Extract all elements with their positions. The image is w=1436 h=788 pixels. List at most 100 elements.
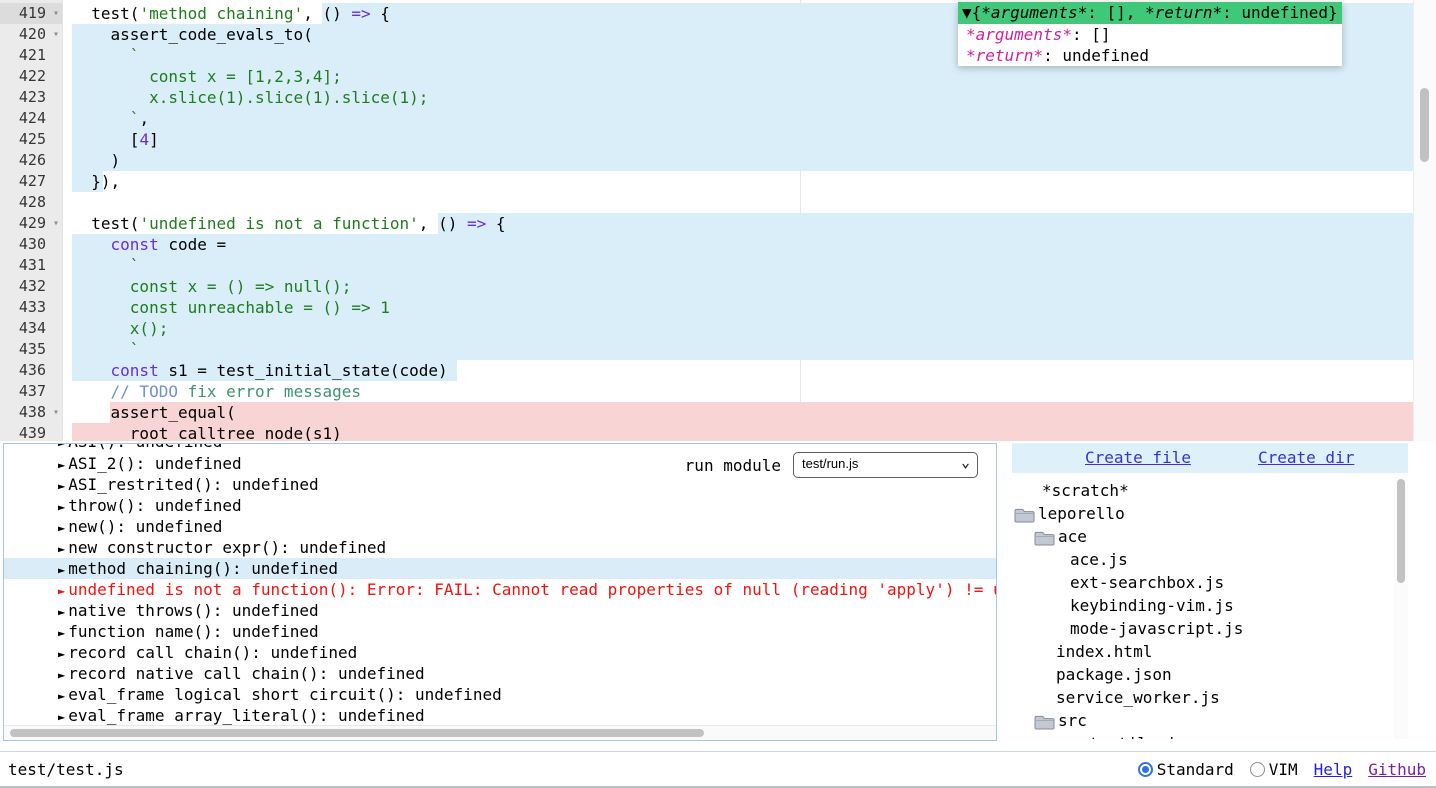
code-line-439[interactable]: 439 root_calltree_node(s1) <box>0 423 1436 441</box>
line-number: 431 <box>19 255 46 276</box>
expand-arrow-icon[interactable]: ► <box>58 605 65 619</box>
tree-item-ext-searchbox-js[interactable]: ext-searchbox.js <box>1012 571 1394 594</box>
code-line-438[interactable]: 438▾ assert_equal( <box>0 402 1436 423</box>
tree-item-src[interactable]: src <box>1012 709 1394 732</box>
files-scrollbar-thumb[interactable] <box>1397 479 1405 583</box>
code-line-428[interactable]: 428 <box>0 192 1436 213</box>
console-log-text: ASI_2(): undefined <box>68 454 241 473</box>
create-dir-link[interactable]: Create dir <box>1258 443 1354 473</box>
console-log-row[interactable]: ►eval_frame logical short circuit(): und… <box>4 684 996 705</box>
selection-highlight <box>72 129 1414 150</box>
gutter-cell: 439 <box>0 423 62 441</box>
files-panel: Create file Create dir *scratch*leporell… <box>1012 443 1408 739</box>
keybinding-vim-radio[interactable]: VIM <box>1250 760 1298 779</box>
tree-item-keybinding-vim-js[interactable]: keybinding-vim.js <box>1012 594 1394 617</box>
expand-arrow-icon[interactable]: ► <box>58 458 65 472</box>
radio-unselected-icon[interactable] <box>1250 762 1265 777</box>
console-log-text: method chaining(): undefined <box>68 559 338 578</box>
code-line-424[interactable]: 424 `, <box>0 108 1436 129</box>
code-line-430[interactable]: 430 const code = <box>0 234 1436 255</box>
expand-arrow-icon[interactable]: ► <box>58 584 65 598</box>
editor-scrollbar-thumb[interactable] <box>1420 88 1429 162</box>
code-line-423[interactable]: 423 x.slice(1).slice(1).slice(1); <box>0 87 1436 108</box>
folder-icon <box>1034 713 1055 728</box>
tree-item-package-json[interactable]: package.json <box>1012 663 1394 686</box>
value-tooltip-header[interactable]: ▼{*arguments*: [], *return*: undefined} <box>958 2 1342 24</box>
code-text: [4] <box>72 129 159 150</box>
expand-arrow-icon[interactable]: ► <box>58 668 65 682</box>
help-link[interactable]: Help <box>1314 760 1353 779</box>
console-log-row[interactable]: ►new(): undefined <box>4 516 996 537</box>
code-line-434[interactable]: 434 x(); <box>0 318 1436 339</box>
expand-arrow-icon[interactable]: ► <box>58 647 65 661</box>
code-line-436[interactable]: 436 const s1 = test_initial_state(code) <box>0 360 1436 381</box>
tree-item-mode-javascript-js[interactable]: mode-javascript.js <box>1012 617 1394 640</box>
expand-arrow-icon[interactable]: ► <box>58 521 65 535</box>
fold-arrow-icon[interactable]: ▾ <box>53 25 59 44</box>
keybinding-standard-radio[interactable]: Standard <box>1138 760 1234 779</box>
code-text: root_calltree_node(s1) <box>72 423 342 441</box>
tree-item-ast-utils-js[interactable]: ast_utils.js <box>1012 732 1394 739</box>
tree-item-ace-js[interactable]: ace.js <box>1012 548 1394 571</box>
code-line-431[interactable]: 431 ` <box>0 255 1436 276</box>
tooltip-entry-key: *arguments* <box>966 25 1072 44</box>
expand-arrow-icon[interactable]: ► <box>58 542 65 556</box>
console-log-row[interactable]: ►function name(): undefined <box>4 621 996 642</box>
code-line-433[interactable]: 433 const unreachable = () => 1 <box>0 297 1436 318</box>
radio-selected-icon[interactable] <box>1138 762 1153 777</box>
tree-item--scratch-[interactable]: *scratch* <box>1012 479 1394 502</box>
expand-arrow-icon[interactable]: ► <box>58 563 65 577</box>
selection-highlight <box>72 339 1414 360</box>
code-lines: 419▾ test('method chaining', () => {420▾… <box>0 3 1436 441</box>
tree-item-service-worker-js[interactable]: service_worker.js <box>1012 686 1394 709</box>
files-scrollbar[interactable] <box>1394 473 1408 739</box>
run-module-select[interactable]: test/run.js ⌄ <box>793 452 978 478</box>
selection-highlight <box>72 318 1414 339</box>
tooltip-entry[interactable]: *arguments*: [] <box>958 24 1342 45</box>
editor-scrollbar[interactable] <box>1413 0 1436 441</box>
console-log-row[interactable]: ►method chaining(): undefined <box>4 558 996 579</box>
code-editor[interactable]: 419▾ test('method chaining', () => {420▾… <box>0 0 1436 441</box>
console-log-row[interactable]: ►new constructor expr(): undefined <box>4 537 996 558</box>
expand-arrow-icon[interactable]: ► <box>58 626 65 640</box>
tooltip-entry[interactable]: *return*: undefined <box>958 45 1342 66</box>
code-line-427[interactable]: 427 }), <box>0 171 1436 192</box>
tree-item-leporello[interactable]: leporello <box>1012 502 1394 525</box>
create-file-link[interactable]: Create file <box>1085 443 1191 473</box>
expand-arrow-icon[interactable]: ► <box>58 479 65 493</box>
tree-item-ace[interactable]: ace <box>1012 525 1394 548</box>
code-line-429[interactable]: 429▾ test('undefined is not a function',… <box>0 213 1436 234</box>
console-log-row[interactable]: ►eval_frame array_literal(): undefined <box>4 705 996 726</box>
expand-arrow-icon[interactable]: ► <box>58 710 65 724</box>
fold-arrow-icon[interactable]: ▾ <box>53 214 59 233</box>
console-hscrollbar[interactable] <box>4 725 996 740</box>
console-hscrollbar-thumb[interactable] <box>10 729 704 737</box>
console-log-row[interactable]: ►throw(): undefined <box>4 495 996 516</box>
console-log-row[interactable]: ►record native call chain(): undefined <box>4 663 996 684</box>
code-line-425[interactable]: 425 [4] <box>0 129 1436 150</box>
gutter-cell: 429▾ <box>0 213 62 234</box>
status-bar: test/test.js Standard VIM Help Github <box>0 751 1436 788</box>
console-log-row[interactable]: ►undefined is not a function(): Error: F… <box>4 579 996 600</box>
code-line-435[interactable]: 435 ` <box>0 339 1436 360</box>
console-log-text: native throws(): undefined <box>68 601 318 620</box>
gutter-cell: 427 <box>0 171 62 192</box>
gutter-cell: 437 <box>0 381 62 402</box>
expand-arrow-icon[interactable]: ► <box>58 500 65 514</box>
code-text: ` <box>72 255 139 276</box>
github-link[interactable]: Github <box>1368 760 1426 779</box>
code-line-432[interactable]: 432 const x = () => null(); <box>0 276 1436 297</box>
console-log-row[interactable]: ►record call chain(): undefined <box>4 642 996 663</box>
tooltip-entry-value: : undefined <box>1043 46 1149 65</box>
code-line-422[interactable]: 422 const x = [1,2,3,4]; <box>0 66 1436 87</box>
tree-item-index-html[interactable]: index.html <box>1012 640 1394 663</box>
line-number: 425 <box>19 129 46 150</box>
console-log-row[interactable]: ►native throws(): undefined <box>4 600 996 621</box>
code-text: assert_code_evals_to( <box>72 24 313 45</box>
expand-arrow-icon[interactable]: ► <box>58 689 65 703</box>
code-line-426[interactable]: 426 ) <box>0 150 1436 171</box>
code-line-437[interactable]: 437 // TODO fix error messages <box>0 381 1436 402</box>
fold-arrow-icon[interactable]: ▾ <box>53 403 59 422</box>
code-text: // TODO fix error messages <box>72 381 361 402</box>
fold-arrow-icon[interactable]: ▾ <box>53 4 59 23</box>
